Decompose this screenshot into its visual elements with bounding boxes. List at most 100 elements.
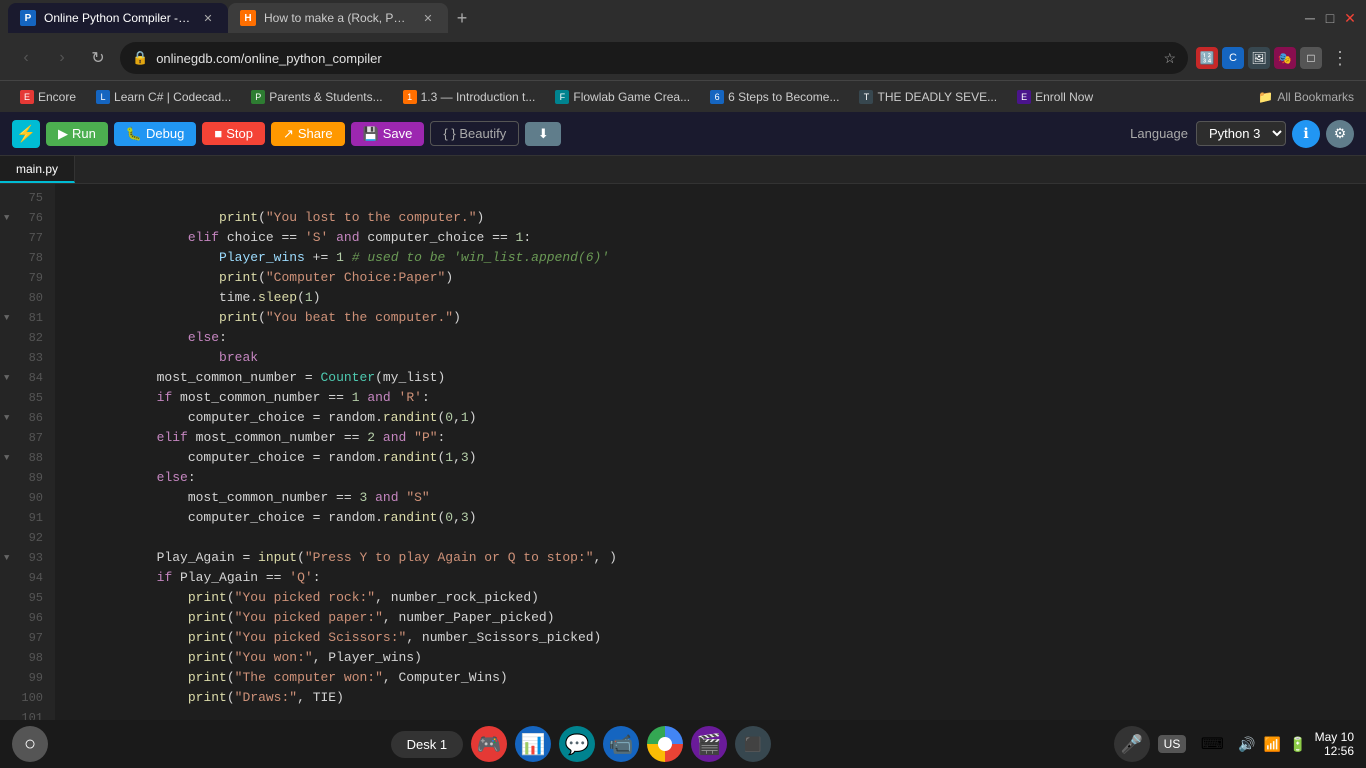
settings-button[interactable]: ⚙	[1326, 120, 1354, 148]
minimize-button[interactable]: ─	[1302, 10, 1318, 26]
editor-toolbar: ⚡ ▶ Run 🐛 Debug ■ Stop ↗ Share 💾 Save { …	[0, 112, 1366, 156]
extension-1-icon[interactable]: 🔢	[1196, 47, 1218, 69]
language-select[interactable]: Python 3	[1196, 121, 1286, 146]
file-tab-main-label: main.py	[16, 162, 58, 176]
code-content[interactable]: print("You lost to the computer.") elif …	[55, 184, 1366, 728]
tab-bar: P Online Python Compiler - onlin... ✕ H …	[0, 0, 1366, 36]
forward-button[interactable]: ›	[48, 44, 76, 72]
tab-1[interactable]: P Online Python Compiler - onlin... ✕	[8, 3, 228, 33]
debug-button[interactable]: 🐛 Debug	[114, 122, 197, 146]
bookmark-encore[interactable]: E Encore	[12, 88, 84, 106]
debug-icon: 🐛	[126, 126, 142, 142]
taskbar-app-6[interactable]: 🎬	[691, 726, 727, 762]
wifi-icon[interactable]: 📶	[1264, 736, 1281, 753]
chrome-icon[interactable]	[647, 726, 683, 762]
file-tab-main[interactable]: main.py	[0, 156, 75, 183]
extension-3-icon[interactable]: 🖼	[1248, 47, 1270, 69]
taskbar-app-4[interactable]: 📹	[603, 726, 639, 762]
tab-2[interactable]: H How to make a (Rock, Paper, S... ✕	[228, 3, 448, 33]
encore-label: Encore	[38, 90, 76, 104]
volume-icon[interactable]: 🔊	[1238, 736, 1255, 753]
line-num-78: 78	[0, 248, 55, 268]
bookmark-deadly[interactable]: T THE DEADLY SEVE...	[851, 88, 1005, 106]
save-button[interactable]: 💾 Save	[351, 122, 425, 146]
language-label: Language	[1130, 126, 1188, 141]
tab-bar-controls: ─ □ ✕	[1302, 10, 1358, 26]
taskbar-center: Desk 1 🎮 📊 💬 📹 🎬 ⬛	[48, 726, 1114, 762]
info-button[interactable]: ℹ	[1292, 120, 1320, 148]
taskbar-app-1[interactable]: 🎮	[471, 726, 507, 762]
desk-button[interactable]: Desk 1	[391, 731, 463, 758]
code-line-89: most_common_number == 3 and "S"	[63, 468, 1358, 488]
url-actions: ☆	[1163, 50, 1176, 67]
extensions-button[interactable]: ⋮	[1326, 44, 1354, 72]
flowlab-label: Flowlab Game Crea...	[573, 90, 690, 104]
download-button[interactable]: ⬇	[525, 122, 561, 146]
line-num-79: 79	[0, 268, 55, 288]
download-icon: ⬇	[538, 126, 549, 142]
bookmarks-bar: E Encore L Learn C# | Codecad... P Paren…	[0, 80, 1366, 112]
new-tab-button[interactable]: +	[448, 4, 476, 32]
code-line-75: print("You lost to the computer.")	[63, 188, 1358, 208]
close-button[interactable]: ✕	[1342, 10, 1358, 26]
learn-csharp-favicon: L	[96, 90, 110, 104]
line-num-94: 94	[0, 568, 55, 588]
taskbar-left: ○	[12, 726, 48, 762]
intro-label: 1.3 — Introduction t...	[421, 90, 536, 104]
language-flag[interactable]: US	[1158, 735, 1187, 753]
chrome-inner	[658, 737, 672, 751]
line-num-92: 92	[0, 528, 55, 548]
taskbar-app-7[interactable]: ⬛	[735, 726, 771, 762]
learn-csharp-label: Learn C# | Codecad...	[114, 90, 231, 104]
taskbar-right: 🎤 US ⌨ 🔊 📶 🔋 May 10 12:56	[1114, 726, 1354, 762]
line-num-75: 75	[0, 188, 55, 208]
bookmark-6steps[interactable]: 6 6 Steps to Become...	[702, 88, 847, 106]
code-line-92: Play_Again = input("Press Y to play Agai…	[63, 528, 1358, 548]
bookmark-learn-csharp[interactable]: L Learn C# | Codecad...	[88, 88, 239, 106]
language-selector: Language Python 3	[1130, 121, 1286, 146]
line-num-95: 95	[0, 588, 55, 608]
tab-2-close[interactable]: ✕	[420, 10, 436, 26]
line-num-82: 82	[0, 328, 55, 348]
line-num-93: 93	[0, 548, 55, 568]
beautify-button[interactable]: { } Beautify	[430, 121, 519, 146]
enroll-label: Enroll Now	[1035, 90, 1093, 104]
os-button[interactable]: ○	[12, 726, 48, 762]
bookmark-enroll[interactable]: E Enroll Now	[1009, 88, 1101, 106]
mic-button[interactable]: 🎤	[1114, 726, 1150, 762]
code-editor[interactable]: 75 76 77 78 79 80 81 82 83 84 85 86 87 8…	[0, 184, 1366, 728]
file-tabs: main.py	[0, 156, 1366, 184]
extension-5-icon[interactable]: □	[1300, 47, 1322, 69]
date-display: May 10	[1315, 730, 1354, 744]
line-num-90: 90	[0, 488, 55, 508]
all-bookmarks-button[interactable]: 📁 All Bookmarks	[1258, 90, 1354, 104]
bookmark-intro[interactable]: 1 1.3 — Introduction t...	[395, 88, 544, 106]
extension-4-icon[interactable]: 🎭	[1274, 47, 1296, 69]
enroll-favicon: E	[1017, 90, 1031, 104]
folder-icon: 📁	[1258, 90, 1273, 104]
maximize-button[interactable]: □	[1322, 10, 1338, 26]
bookmark-flowlab[interactable]: F Flowlab Game Crea...	[547, 88, 698, 106]
line-num-99: 99	[0, 668, 55, 688]
back-button[interactable]: ‹	[12, 44, 40, 72]
keyboard-icon[interactable]: ⌨	[1194, 726, 1230, 762]
run-button[interactable]: ▶ Run	[46, 122, 108, 146]
deadly-favicon: T	[859, 90, 873, 104]
tab-1-close[interactable]: ✕	[200, 10, 216, 26]
line-num-86: 86	[0, 408, 55, 428]
6steps-favicon: 6	[710, 90, 724, 104]
line-num-89: 89	[0, 468, 55, 488]
url-bar[interactable]: 🔒 onlinegdb.com/online_python_compiler ☆	[120, 42, 1188, 74]
taskbar-app-3[interactable]: 💬	[559, 726, 595, 762]
intro-favicon: 1	[403, 90, 417, 104]
taskbar-app-2[interactable]: 📊	[515, 726, 551, 762]
stop-button[interactable]: ■ Stop	[202, 122, 265, 145]
bookmark-parents[interactable]: P Parents & Students...	[243, 88, 390, 106]
share-button[interactable]: ↗ Share	[271, 122, 345, 146]
stop-label: Stop	[226, 126, 253, 141]
desk-label: Desk 1	[407, 737, 447, 752]
extension-2-icon[interactable]: C	[1222, 47, 1244, 69]
reload-button[interactable]: ↻	[84, 44, 112, 72]
stop-icon: ■	[214, 126, 222, 141]
star-icon[interactable]: ☆	[1163, 50, 1176, 67]
